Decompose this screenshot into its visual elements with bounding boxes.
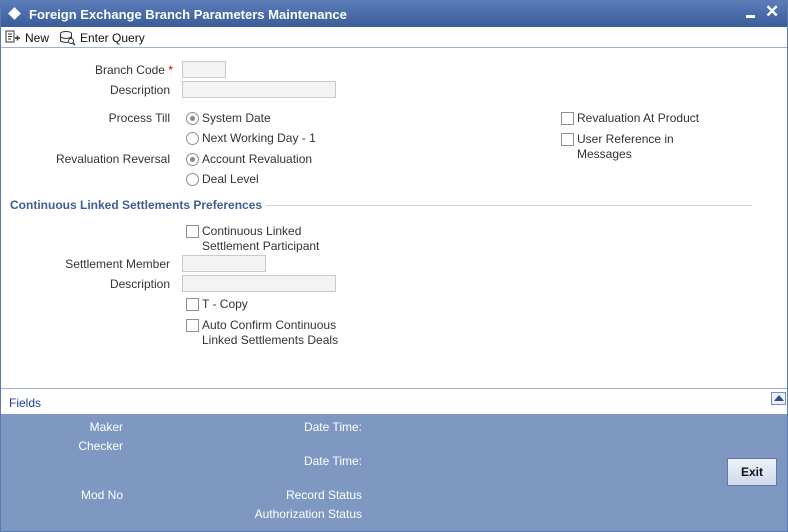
audit-footer: Maker Checker Mod No Date Time: Date Tim… (1, 414, 787, 531)
revaluation-deal-level-radio[interactable] (186, 173, 199, 186)
enter-query-icon (60, 30, 76, 46)
cls-participant-label-line1: Continuous Linked (202, 224, 302, 238)
revaluation-account-radio[interactable] (186, 153, 199, 166)
process-till-next-working-day-label: Next Working Day - 1 (202, 131, 316, 145)
process-till-next-working-day-radio[interactable] (186, 132, 199, 145)
enter-query-button-label: Enter Query (80, 30, 145, 45)
user-reference-label-line2: Messages (577, 147, 632, 161)
window-menu-icon[interactable] (8, 7, 21, 20)
title-bar[interactable]: Foreign Exchange Branch Parameters Maint… (1, 1, 787, 27)
record-status-label: Record Status (285, 488, 362, 502)
maker-label: Maker (89, 420, 123, 434)
maker-date-time-label: Date Time: (303, 420, 362, 434)
branch-code-label-text: Branch Code (94, 63, 165, 77)
settlement-member-label: Settlement Member (65, 257, 170, 271)
minimize-icon[interactable] (744, 5, 758, 21)
auto-confirm-checkbox[interactable] (186, 319, 199, 332)
close-icon[interactable]: ✕ (765, 3, 779, 21)
fields-link[interactable]: Fields (9, 396, 41, 410)
revaluation-deal-level-label: Deal Level (202, 172, 259, 186)
exit-button[interactable]: Exit (727, 458, 777, 486)
cls-description-label: Description (109, 277, 170, 291)
revaluation-account-label: Account Revaluation (202, 152, 313, 166)
revaluation-at-product-label: Revaluation At Product (577, 111, 700, 125)
branch-code-input[interactable] (182, 61, 226, 78)
process-till-label: Process Till (108, 111, 170, 125)
enter-query-button[interactable]: Enter Query (59, 29, 145, 46)
checker-label: Checker (78, 439, 123, 453)
new-button[interactable]: New (5, 29, 49, 46)
description-label: Description (109, 83, 170, 97)
settlement-member-input[interactable] (182, 255, 266, 272)
t-copy-checkbox[interactable] (186, 298, 199, 311)
revaluation-at-product-checkbox[interactable] (561, 112, 574, 125)
mod-no-label: Mod No (80, 488, 123, 502)
user-reference-label-line1: User Reference in (577, 132, 674, 146)
new-button-label: New (25, 30, 50, 45)
user-reference-checkbox[interactable] (561, 133, 574, 146)
required-marker: * (168, 63, 173, 77)
cls-participant-checkbox[interactable] (186, 225, 199, 238)
toolbar: New Enter Query (1, 27, 787, 48)
checker-date-time-label: Date Time: (303, 454, 362, 468)
revaluation-reversal-label: Revaluation Reversal (55, 152, 170, 166)
authorization-status-label: Authorization Status (254, 507, 362, 521)
cls-participant-label-line2: Settlement Participant (202, 239, 320, 253)
auto-confirm-label-line2: Linked Settlements Deals (202, 333, 339, 347)
window-title: Foreign Exchange Branch Parameters Maint… (29, 7, 347, 22)
new-document-icon (5, 30, 20, 43)
t-copy-label: T - Copy (202, 297, 248, 311)
cls-section-title: Continuous Linked Settlements Preference… (10, 198, 263, 212)
description-input[interactable] (182, 81, 336, 98)
fields-bar: Fields (1, 388, 787, 414)
process-till-system-date-radio[interactable] (186, 112, 199, 125)
branch-code-label: Branch Code * (41, 63, 173, 77)
process-till-system-date-label: System Date (202, 111, 271, 125)
cls-description-input[interactable] (182, 275, 336, 292)
maintenance-window: Foreign Exchange Branch Parameters Maint… (0, 0, 788, 532)
auto-confirm-label-line1: Auto Confirm Continuous (202, 318, 337, 332)
collapse-up-icon[interactable] (771, 392, 786, 405)
section-divider (266, 205, 752, 206)
